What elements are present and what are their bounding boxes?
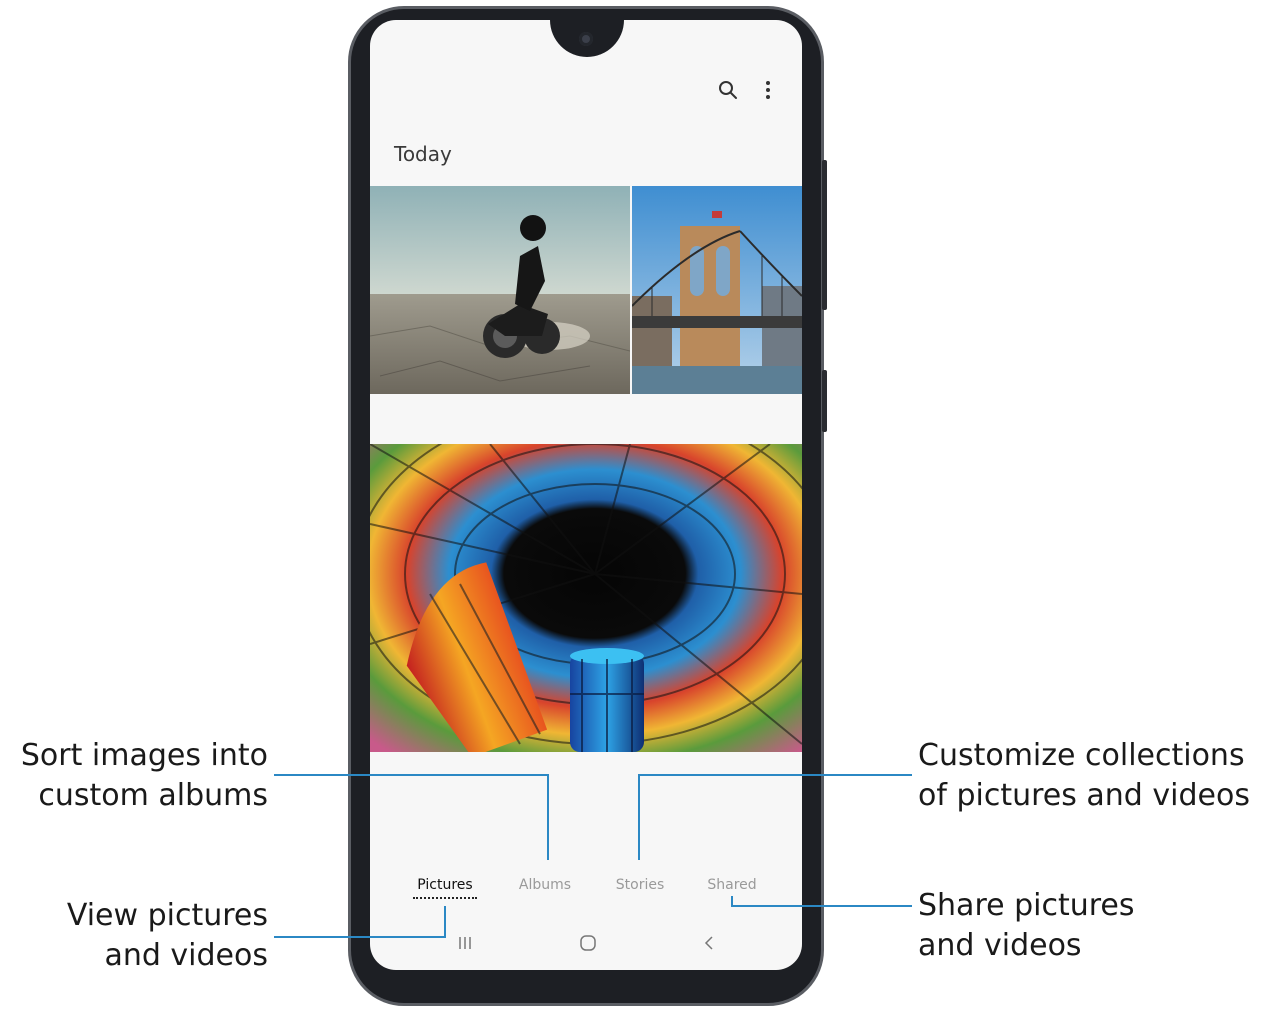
- more-options-icon[interactable]: [756, 76, 780, 104]
- bridge-photo-art: [632, 186, 802, 394]
- callout-pictures: View pictures and videos: [0, 896, 268, 976]
- callout-pictures-line2: and videos: [104, 938, 268, 973]
- tab-pictures[interactable]: Pictures: [417, 877, 472, 893]
- callout-shared: Share pictures and videos: [918, 886, 1248, 966]
- section-title-today: Today: [394, 142, 452, 166]
- photo-thumbnail-dome[interactable]: [370, 444, 802, 752]
- home-icon[interactable]: [575, 931, 601, 955]
- tab-shared[interactable]: Shared: [707, 877, 756, 893]
- leader-shared-vertical: [731, 896, 733, 907]
- back-icon[interactable]: [697, 932, 721, 954]
- leader-shared-horizontal: [731, 905, 912, 907]
- photo-thumbnail-bridge[interactable]: [632, 186, 802, 394]
- callout-stories-line1: Customize collections: [918, 738, 1245, 773]
- volume-button: [822, 160, 827, 310]
- callout-shared-line2: and videos: [918, 928, 1082, 963]
- leader-pictures-vertical: [444, 906, 446, 938]
- callout-albums-line2: custom albums: [38, 778, 268, 813]
- callout-stories-line2: of pictures and videos: [918, 778, 1250, 813]
- tab-stories[interactable]: Stories: [616, 877, 665, 893]
- front-camera: [579, 32, 593, 46]
- callout-shared-line1: Share pictures: [918, 888, 1135, 923]
- callout-stories: Customize collections of pictures and vi…: [918, 736, 1278, 816]
- leader-pictures-horizontal: [274, 936, 446, 938]
- leader-albums-vertical: [547, 774, 549, 860]
- dome-photo-art: [370, 444, 802, 752]
- recent-apps-icon[interactable]: [452, 932, 478, 954]
- callout-albums-line1: Sort images into: [20, 738, 268, 773]
- power-button: [822, 370, 827, 432]
- active-tab-indicator: [413, 897, 477, 899]
- photo-thumbnail-motorcycle[interactable]: [370, 186, 630, 394]
- callout-pictures-line1: View pictures: [66, 898, 268, 933]
- motorcycle-photo-art: [370, 186, 630, 394]
- callout-albums: Sort images into custom albums: [0, 736, 268, 816]
- leader-albums-horizontal: [274, 774, 548, 776]
- tab-albums[interactable]: Albums: [519, 877, 571, 893]
- search-icon[interactable]: [714, 76, 742, 104]
- leader-stories-vertical: [638, 774, 640, 860]
- leader-stories-horizontal: [638, 774, 912, 776]
